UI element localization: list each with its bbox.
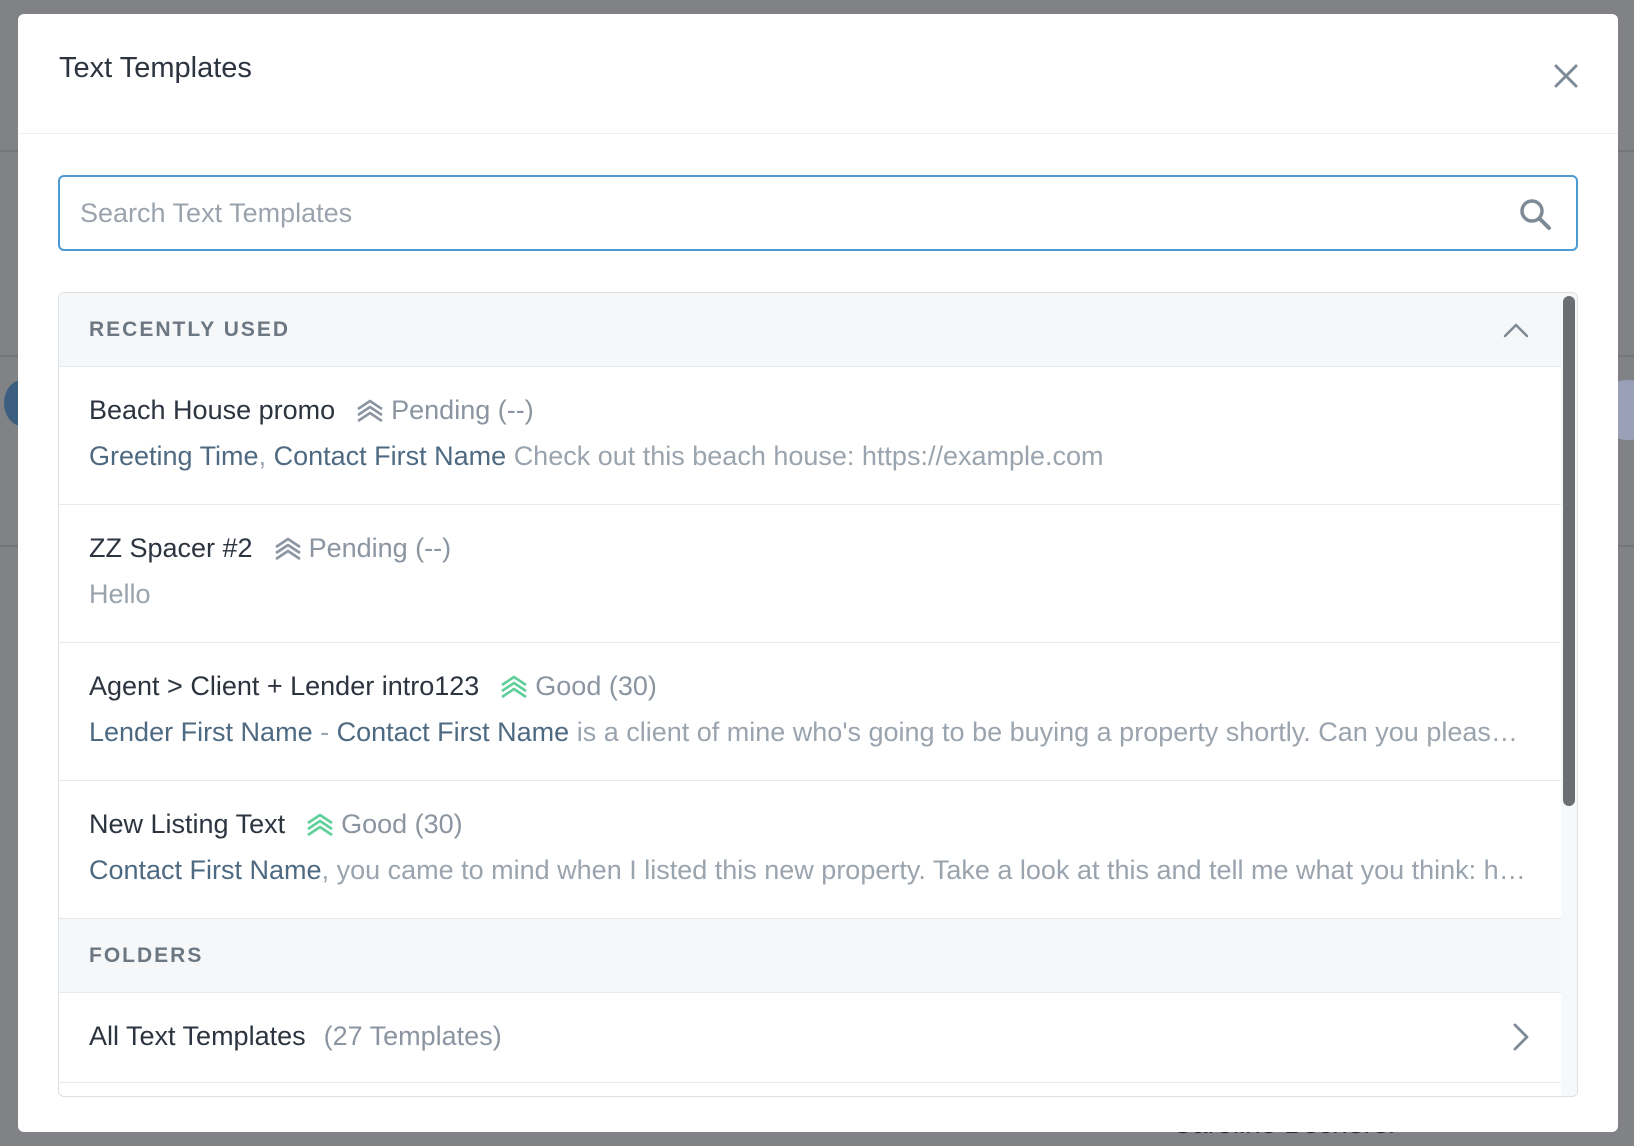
template-preview: Contact First Name, you came to mind whe… xyxy=(89,855,1529,886)
template-status: Good (30) xyxy=(535,671,657,701)
template-header: ZZ Spacer #2 Pending (--) xyxy=(89,533,451,564)
rank-chevrons-icon xyxy=(501,675,528,698)
template-header: New Listing Text Good (30) xyxy=(89,809,463,840)
template-item-beach-house-promo[interactable]: Beach House promo Pending (--) Greeting … xyxy=(59,367,1561,505)
template-header: Agent > Client + Lender intro123 Good (3… xyxy=(89,671,657,702)
merge-separator: - xyxy=(320,717,330,747)
modal-title: Text Templates xyxy=(59,52,252,84)
close-icon xyxy=(1554,64,1578,88)
search-icon[interactable] xyxy=(1518,197,1554,233)
merge-field: Greeting Time xyxy=(89,441,259,472)
template-status: Pending (--) xyxy=(391,395,534,425)
rank-chevrons-icon xyxy=(274,537,301,560)
template-header: Beach House promo Pending (--) xyxy=(89,395,534,426)
close-button[interactable] xyxy=(1546,56,1586,96)
template-status: Good (30) xyxy=(341,809,463,839)
rank-chevrons-icon xyxy=(357,399,383,422)
merge-field: Contact First Name xyxy=(273,441,507,472)
folder-name: All Text Templates xyxy=(89,1021,306,1051)
template-status: Pending (--) xyxy=(308,533,452,563)
template-name: Beach House promo xyxy=(89,395,336,425)
template-preview-text: , you came to mind when I listed this ne… xyxy=(321,855,1529,885)
template-name: New Listing Text xyxy=(89,809,286,839)
folder-count: (27 Templates) xyxy=(323,1021,502,1051)
template-preview-text: Check out this beach house: https://exam… xyxy=(513,441,1104,471)
template-preview: Hello xyxy=(89,579,1529,610)
template-item-zz-spacer-2[interactable]: ZZ Spacer #2 Pending (--) Hello xyxy=(59,505,1561,643)
scrollbar-thumb[interactable] xyxy=(1563,296,1575,806)
template-preview: Greeting Time, Contact First Name Check … xyxy=(89,441,1529,472)
template-preview-text: Hello xyxy=(89,579,151,609)
merge-field: Contact First Name xyxy=(89,855,322,886)
template-item-new-listing-text[interactable]: New Listing Text Good (30) Contact First… xyxy=(59,781,1561,919)
merge-field: Lender First Name xyxy=(89,717,313,748)
modal-header: Text Templates xyxy=(18,14,1618,134)
text-templates-modal: Text Templates RECENTLY USED xyxy=(18,14,1618,1132)
rank-chevrons-icon xyxy=(307,813,333,836)
template-name: ZZ Spacer #2 xyxy=(89,533,253,563)
templates-list-content: RECENTLY USED Beach House promo Pending … xyxy=(59,293,1561,1083)
merge-field: Contact First Name xyxy=(336,717,570,748)
recently-used-title: RECENTLY USED xyxy=(89,318,291,341)
template-item-agent-client-lender-intro[interactable]: Agent > Client + Lender intro123 Good (3… xyxy=(59,643,1561,781)
templates-list-panel: RECENTLY USED Beach House promo Pending … xyxy=(58,292,1578,1097)
search-box xyxy=(58,175,1578,251)
merge-separator: , xyxy=(258,441,267,471)
folder-label: All Text Templates (27 Templates) xyxy=(89,1021,502,1052)
folders-title: FOLDERS xyxy=(89,944,204,967)
chevron-right-icon xyxy=(1513,1023,1529,1051)
folders-header: FOLDERS xyxy=(59,919,1561,993)
chevron-up-icon[interactable] xyxy=(1501,315,1531,345)
template-name: Agent > Client + Lender intro123 xyxy=(89,671,480,701)
recently-used-header[interactable]: RECENTLY USED xyxy=(59,293,1561,367)
folder-item-all-text-templates[interactable]: All Text Templates (27 Templates) xyxy=(59,993,1561,1083)
scrollbar-track[interactable] xyxy=(1561,293,1577,1096)
template-preview-text: is a client of mine who's going to be bu… xyxy=(576,717,1529,747)
template-preview: Lender First Name - Contact First Name i… xyxy=(89,717,1529,748)
search-input[interactable] xyxy=(80,177,1480,249)
